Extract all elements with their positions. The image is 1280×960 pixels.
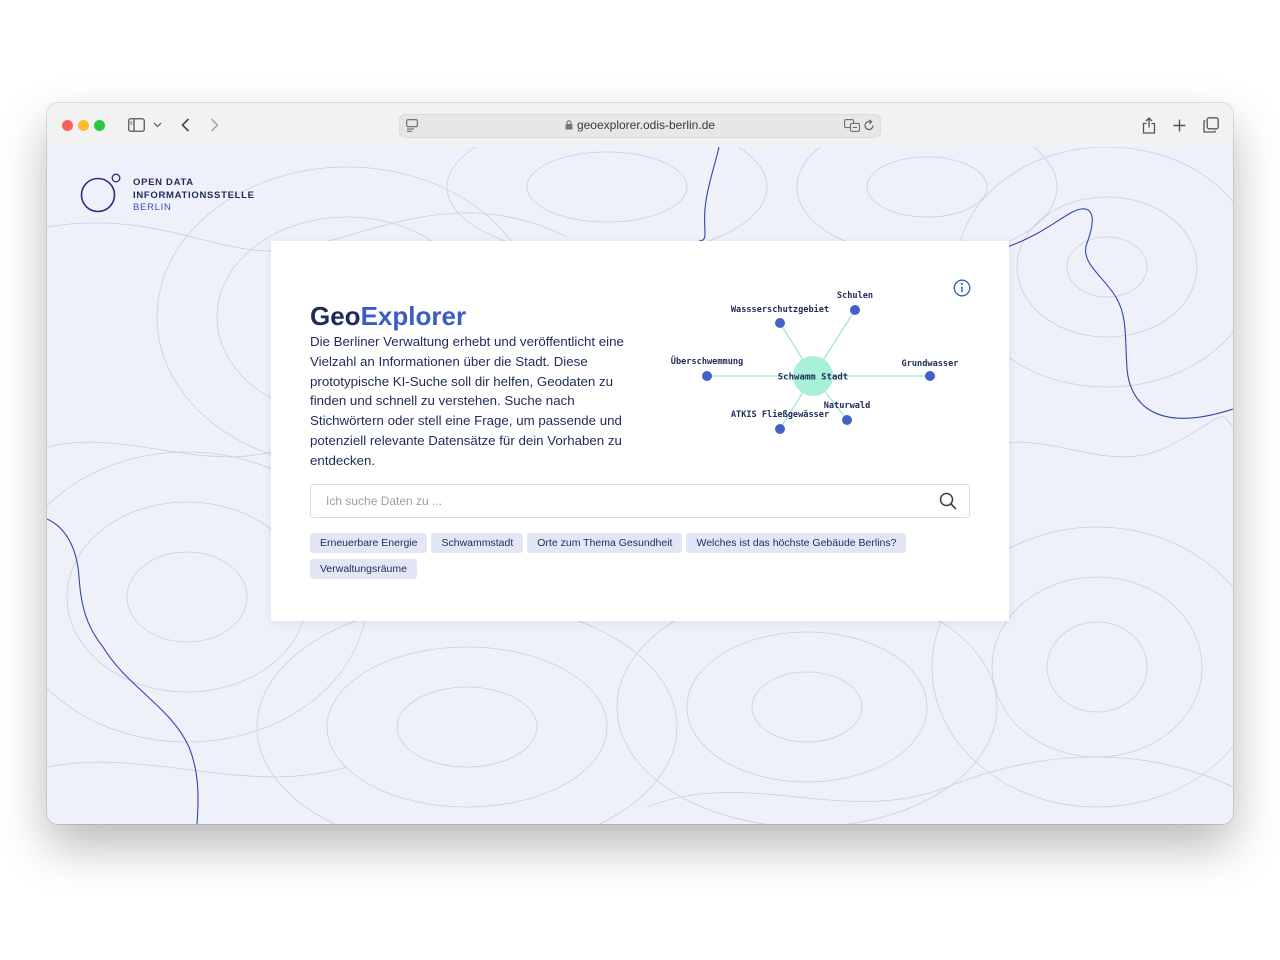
close-window-button[interactable] bbox=[62, 120, 73, 131]
browser-window: geoexplorer.odis-berlin.de OPEN DATA INF… bbox=[47, 103, 1233, 824]
graph-center-label: Schwamm Stadt bbox=[778, 373, 848, 383]
minimize-window-button[interactable] bbox=[78, 120, 89, 131]
suggestion-chip-orte-gesundheit[interactable]: Orte zum Thema Gesundheit bbox=[527, 533, 683, 553]
suggestion-chip-schwammstadt[interactable]: Schwammstadt bbox=[431, 533, 524, 553]
graph-label-atkis-fliessgewaesser: ATKIS Fließgewässer bbox=[731, 409, 829, 420]
odis-logo-icon bbox=[80, 173, 121, 213]
title-geo: Geo bbox=[310, 301, 361, 331]
url-display: geoexplorer.odis-berlin.de bbox=[400, 118, 880, 133]
graph-node-wassserschutzgebiet[interactable] bbox=[775, 318, 785, 328]
logo-wordmark[interactable]: OPEN DATA INFORMATIONSSTELLE BERLIN bbox=[133, 177, 255, 215]
graph-label-naturwald: Naturwald bbox=[824, 401, 871, 411]
keyword-network-graph: Schwamm Stadt Wassserschutzgebiet Schule… bbox=[671, 291, 959, 434]
logo-line-open-data: OPEN DATA bbox=[133, 177, 194, 188]
search-box bbox=[310, 484, 970, 518]
graph-node-naturwald[interactable] bbox=[842, 415, 852, 425]
search-icon[interactable] bbox=[939, 492, 957, 510]
url-text: geoexplorer.odis-berlin.de bbox=[576, 118, 716, 132]
zoom-window-button[interactable] bbox=[94, 120, 105, 131]
graph-node-ueberschwemmung[interactable] bbox=[702, 371, 712, 381]
back-icon[interactable] bbox=[177, 114, 193, 136]
graph-label-wassserschutzgebiet: Wassserschutzgebiet bbox=[731, 304, 829, 315]
suggestion-chip-hoechstes-gebaeude[interactable]: Welches ist das höchste Gebäude Berlins? bbox=[686, 533, 907, 553]
graph-label-ueberschwemmung: Überschwemmung bbox=[671, 356, 743, 367]
sidebar-toggle-icon[interactable] bbox=[127, 114, 145, 136]
graph-node-schulen[interactable] bbox=[850, 305, 860, 315]
logo-line-berlin: BERLIN bbox=[133, 202, 172, 213]
graph-node-atkis-fliessgewaesser[interactable] bbox=[775, 424, 785, 434]
logo-line-informationsstelle: INFORMATIONSSTELLE bbox=[133, 189, 255, 201]
tab-overview-icon[interactable] bbox=[1202, 114, 1220, 136]
lock-icon bbox=[565, 119, 573, 133]
graph-node-grundwasser[interactable] bbox=[925, 371, 935, 381]
page-content: OPEN DATA INFORMATIONSSTELLE BERLIN GeoE… bbox=[47, 147, 1233, 824]
address-bar[interactable]: geoexplorer.odis-berlin.de bbox=[399, 114, 881, 138]
forward-icon[interactable] bbox=[206, 114, 222, 136]
share-icon[interactable] bbox=[1140, 114, 1158, 136]
browser-toolbar: geoexplorer.odis-berlin.de bbox=[47, 103, 1233, 148]
intro-text: Die Berliner Verwaltung erhebt und veröf… bbox=[310, 334, 624, 468]
new-tab-icon[interactable] bbox=[1171, 114, 1187, 136]
suggestion-chips: Erneuerbare Energie Schwammstadt Orte zum … bbox=[310, 533, 970, 585]
search-input[interactable] bbox=[324, 485, 928, 517]
suggestion-chip-verwaltungsraeume[interactable]: Verwaltungsräume bbox=[310, 559, 417, 579]
page-title: GeoExplorer bbox=[310, 299, 466, 333]
geoexplorer-card: GeoExplorer Die Berliner Verwaltung erhe… bbox=[271, 241, 1009, 621]
graph-label-schulen: Schulen bbox=[837, 291, 873, 301]
reload-icon[interactable] bbox=[863, 119, 875, 137]
graph-label-grundwasser: Grundwasser bbox=[902, 359, 959, 369]
suggestion-chip-erneuerbare-energie[interactable]: Erneuerbare Energie bbox=[310, 533, 428, 553]
translate-icon[interactable] bbox=[844, 119, 860, 137]
title-explorer: Explorer bbox=[360, 301, 467, 331]
chevron-down-icon[interactable] bbox=[151, 114, 163, 136]
